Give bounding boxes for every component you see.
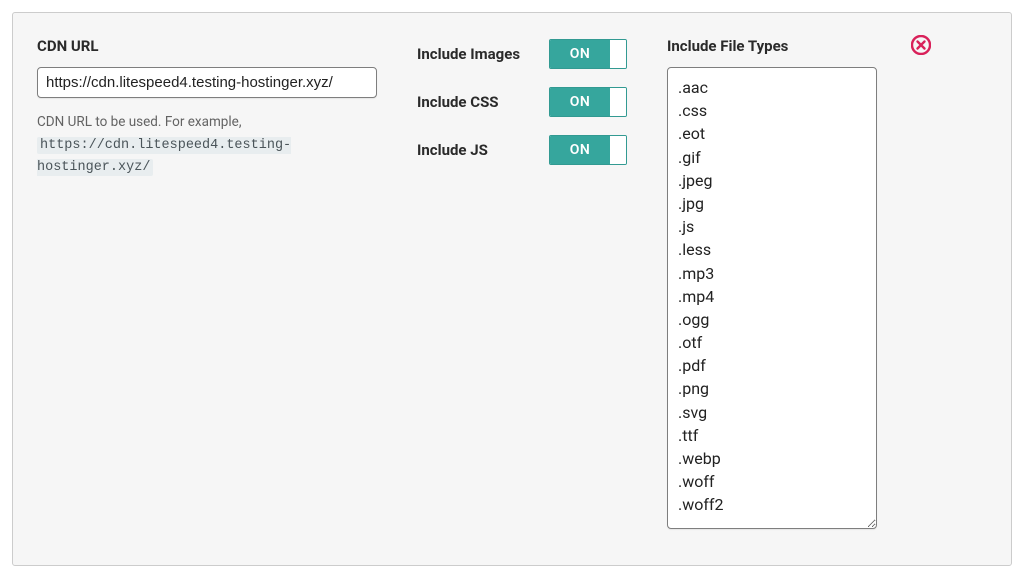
- toggle-knob: [610, 136, 626, 164]
- include-images-toggle[interactable]: ON: [549, 39, 627, 69]
- toggle-knob: [610, 40, 626, 68]
- include-css-label: Include CSS: [417, 93, 499, 111]
- cdn-url-input[interactable]: [37, 67, 377, 98]
- include-css-row: Include CSS ON: [417, 87, 627, 117]
- cdn-url-helper: CDN URL to be used. For example, https:/…: [37, 112, 377, 179]
- cdn-url-helper-example: https://cdn.litespeed4.testing-hostinger…: [37, 137, 291, 177]
- include-js-row: Include JS ON: [417, 135, 627, 165]
- include-js-label: Include JS: [417, 141, 488, 159]
- cdn-url-helper-text: CDN URL to be used. For example,: [37, 114, 242, 130]
- file-types-label: Include File Types: [667, 37, 887, 55]
- include-images-toggle-state: ON: [550, 40, 610, 68]
- remove-mapping-button[interactable]: [911, 35, 931, 55]
- include-css-toggle[interactable]: ON: [549, 87, 627, 117]
- file-types-column: Include File Types: [667, 37, 887, 533]
- include-js-toggle-state: ON: [550, 136, 610, 164]
- include-css-toggle-state: ON: [550, 88, 610, 116]
- include-images-row: Include Images ON: [417, 39, 627, 69]
- cdn-url-label: CDN URL: [37, 37, 377, 55]
- include-images-label: Include Images: [417, 45, 520, 63]
- cdn-mapping-panel: CDN URL CDN URL to be used. For example,…: [12, 12, 1012, 566]
- file-types-textarea[interactable]: [667, 67, 877, 529]
- toggle-knob: [610, 88, 626, 116]
- include-toggles-column: Include Images ON Include CSS ON Include…: [417, 37, 627, 533]
- close-circle-icon: [911, 35, 931, 55]
- cdn-url-column: CDN URL CDN URL to be used. For example,…: [37, 37, 377, 533]
- include-js-toggle[interactable]: ON: [549, 135, 627, 165]
